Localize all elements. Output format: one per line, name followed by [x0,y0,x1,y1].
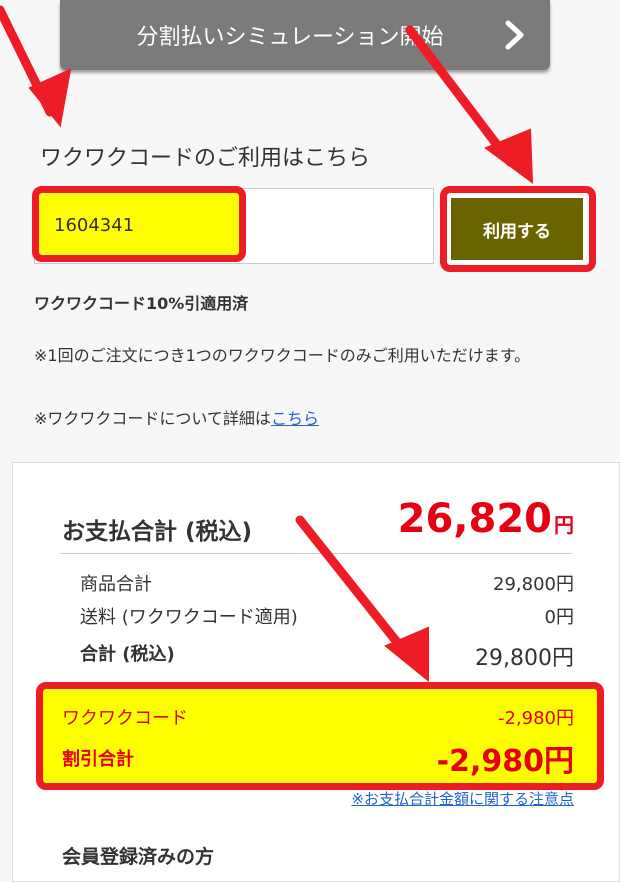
payment-notes-link[interactable]: ※お支払合計金額に関する注意点 [351,788,574,809]
discount-code-row: ワクワクコード -2,980円 [62,704,574,730]
summary-row-total: 合計 (税込) 29,800円 [80,640,574,672]
payment-total-unit: 円 [554,513,574,537]
coupon-note-one-per-order: ※1回のご注文につき1つのワクワクコードのみご利用いただけます。 [34,346,531,365]
summary-divider [60,553,572,554]
chevron-right-icon [504,20,526,56]
discount-total-value: -2,980円 [436,744,574,779]
summary-row-label: 合計 (税込) [80,644,175,665]
payment-total-label: お支払合計 (税込) [62,519,253,545]
discount-total-label: 割引合計 [62,749,134,770]
summary-row-shipping: 送料 (ワクワクコード適用) 0円 [80,603,574,629]
coupon-applied-status: ワクワクコード10%引適用済 [34,294,249,313]
discount-total-row: 割引合計 -2,980円 [62,736,574,780]
discount-code-value: -2,980円 [497,708,574,729]
summary-row-value: 0円 [544,607,574,628]
member-heading: 会員登録済みの方 [62,846,215,868]
summary-row-value: 29,800円 [475,646,574,671]
payment-total-value: 26,820 円 [398,496,574,542]
summary-row-subtotal: 商品合計 29,800円 [80,570,574,596]
summary-row-value: 29,800円 [493,574,574,595]
installment-simulation-button[interactable]: 分割払いシミュレーション開始 [60,0,550,70]
discount-code-label: ワクワクコード [62,708,188,729]
coupon-details-prefix: ※ワクワクコードについて詳細は [34,409,271,428]
summary-row-label: 送料 (ワクワクコード適用) [80,607,298,628]
coupon-details-link[interactable]: こちら [271,409,319,428]
coupon-section-title: ワクワクコードのご利用はこちら [40,146,371,171]
apply-coupon-button[interactable]: 利用する [451,198,583,260]
coupon-code-input[interactable] [52,204,236,246]
simulation-button-label: 分割払いシミュレーション開始 [136,25,444,50]
coupon-note-details: ※ワクワクコードについて詳細はこちら [34,405,319,429]
summary-row-label: 商品合計 [80,574,152,595]
payment-total-amount: 26,820 [397,496,552,542]
